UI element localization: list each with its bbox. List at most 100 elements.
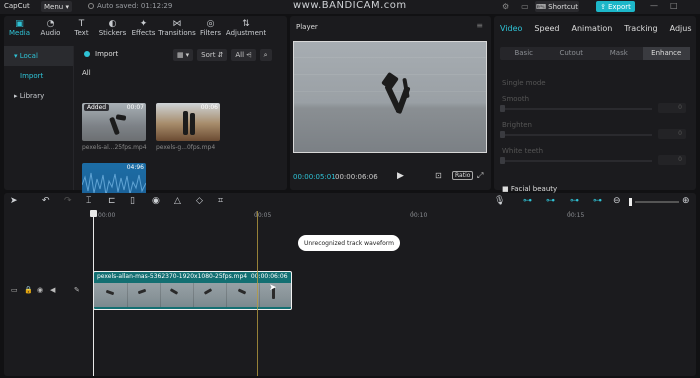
player-panel: Player ≡ 00:00:05:01 00:00:06:06 ▶ ⊡ Rat… xyxy=(290,16,491,190)
zoom-out-icon[interactable]: ⊖ xyxy=(613,196,621,206)
fit-view-icon[interactable]: ⊡ xyxy=(435,171,442,180)
tab-audio[interactable]: ◔ Audio xyxy=(35,16,66,44)
sidebar-item-label: Local xyxy=(19,52,38,60)
brighten-slider-handle[interactable] xyxy=(500,131,505,138)
edit-cover-icon[interactable]: ✎ xyxy=(74,286,80,294)
sidebar-item-local[interactable]: ▾ Local xyxy=(4,46,73,66)
reverse-icon[interactable]: ◉ xyxy=(152,196,160,206)
minimize-icon[interactable]: — xyxy=(650,1,658,10)
thumb-filename: pexels-g...0fps.mp4 xyxy=(156,144,216,151)
cover-icon[interactable]: ▭ xyxy=(11,286,18,294)
facial-beauty-toggle[interactable]: ■ Facial beauty xyxy=(502,185,557,193)
frame-figure xyxy=(105,289,115,296)
zoom-slider[interactable] xyxy=(635,201,679,203)
redo-icon[interactable]: ↷ xyxy=(64,196,72,206)
media-icon: ▣ xyxy=(15,19,24,29)
white-teeth-value[interactable]: 0 xyxy=(658,155,686,165)
tab-label: Transitions xyxy=(158,29,196,37)
view-toggle-button[interactable]: ▦ ▾ xyxy=(173,49,194,61)
tab-adjust[interactable]: Adjus xyxy=(664,24,698,33)
sidebar-item-library[interactable]: ▸ Library xyxy=(4,86,73,106)
lock-icon[interactable]: 🔒 xyxy=(24,286,33,294)
tab-effects[interactable]: ✦ Effects xyxy=(128,16,159,44)
playhead[interactable] xyxy=(93,211,94,376)
mirror-icon[interactable]: △ xyxy=(174,196,181,206)
window-controls: — □ xyxy=(650,1,678,10)
ratio-button[interactable]: Ratio xyxy=(452,171,474,180)
subtab-cutout[interactable]: Cutout xyxy=(548,47,596,60)
smooth-value[interactable]: 0 xyxy=(658,103,686,113)
thumb-figure xyxy=(190,113,195,135)
tab-adjustment[interactable]: ⇅ Adjustment xyxy=(226,16,266,44)
layout-icon[interactable]: ▭ xyxy=(521,2,529,11)
player-title: Player xyxy=(296,23,318,31)
search-button[interactable]: ⌕ xyxy=(259,49,272,61)
zoom-slider-handle[interactable] xyxy=(629,198,632,206)
brighten-value[interactable]: 0 xyxy=(658,129,686,139)
split-icon[interactable]: ⌶ xyxy=(86,196,91,206)
video-subtab-bar: Basic Cutout Mask Enhance xyxy=(500,47,690,60)
visibility-icon[interactable]: ◉ xyxy=(37,286,43,294)
title-bar: CapCut Menu ▾ Auto saved: 01:12:29 www.B… xyxy=(0,0,700,14)
play-button[interactable]: ▶ xyxy=(397,171,404,181)
sort-button[interactable]: Sort ⇵ xyxy=(197,49,228,61)
tab-text[interactable]: T Text xyxy=(66,16,97,44)
filter-all-button[interactable]: All ⩤ xyxy=(231,49,256,61)
clip-thumbnails xyxy=(94,283,291,307)
fullscreen-icon[interactable]: ⤢ xyxy=(477,171,483,181)
audio-mute-icon[interactable]: ◀ xyxy=(50,286,55,294)
camera-icon[interactable]: ⚙ xyxy=(502,2,509,11)
brighten-slider[interactable] xyxy=(502,134,652,136)
menu-button[interactable]: Menu ▾ xyxy=(41,1,72,12)
snap-icon[interactable]: ⊶ xyxy=(570,196,579,206)
media-thumbnail[interactable]: 00:06 xyxy=(156,103,220,141)
adjustment-icon: ⇅ xyxy=(242,19,250,29)
stickers-icon: ◐ xyxy=(108,19,117,29)
subtab-basic[interactable]: Basic xyxy=(500,47,548,60)
media-thumbnail[interactable]: Added 00:07 xyxy=(82,103,146,141)
tab-media[interactable]: ▣ Media xyxy=(4,16,35,44)
video-preview[interactable] xyxy=(293,41,487,153)
subtab-enhance[interactable]: Enhance xyxy=(642,47,690,60)
filter-all-label: All xyxy=(235,51,245,59)
tab-speed[interactable]: Speed xyxy=(528,24,565,33)
transitions-icon: ⋈ xyxy=(172,19,182,29)
preview-axis-icon[interactable]: ⊶ xyxy=(593,196,602,206)
tab-stickers[interactable]: ◐ Stickers xyxy=(97,16,128,44)
smooth-slider[interactable] xyxy=(502,108,652,110)
rotate-icon[interactable]: ◇ xyxy=(196,196,203,206)
media-content: Import ▦ ▾ Sort ⇵ All ⩤ ⌕ All Added 00:07 p… xyxy=(76,46,287,206)
menu-label: Menu xyxy=(44,2,64,11)
shortcut-button[interactable]: ⌨ Shortcut xyxy=(535,1,579,12)
link-icon[interactable]: ⊶ xyxy=(523,196,532,206)
player-menu-icon[interactable]: ≡ xyxy=(476,21,483,30)
tab-transitions[interactable]: ⋈ Transitions xyxy=(158,16,196,44)
white-teeth-slider[interactable] xyxy=(502,160,652,162)
select-tool-icon[interactable]: ➤ xyxy=(10,196,18,206)
ruler-label: 00:00 xyxy=(98,212,116,219)
zoom-in-icon[interactable]: ⊕ xyxy=(682,196,690,206)
tab-filters[interactable]: ◎ Filters xyxy=(195,16,226,44)
sidebar-item-import[interactable]: Import xyxy=(4,66,73,86)
tab-tracking[interactable]: Tracking xyxy=(618,24,663,33)
smooth-slider-handle[interactable] xyxy=(500,105,505,112)
playhead-handle[interactable] xyxy=(90,210,97,217)
freeze-icon[interactable]: ▯ xyxy=(130,196,135,206)
delete-left-icon[interactable]: ⊏ xyxy=(108,196,116,206)
recorder-watermark: www.BANDICAM.com xyxy=(293,0,407,11)
magnet-icon[interactable]: ⊶ xyxy=(546,196,555,206)
tab-label: Text xyxy=(74,29,89,37)
tab-animation[interactable]: Animation xyxy=(566,24,619,33)
microphone-icon[interactable]: 🎙 xyxy=(494,196,505,206)
export-button[interactable]: ⇪ Export xyxy=(596,1,635,12)
crop-icon[interactable]: ⌗ xyxy=(218,196,223,206)
total-timecode: 00:00:06:06 xyxy=(335,173,378,181)
white-teeth-slider-handle[interactable] xyxy=(500,157,505,164)
maximize-icon[interactable]: □ xyxy=(670,1,678,10)
added-badge: Added xyxy=(84,104,110,111)
tab-video[interactable]: Video xyxy=(494,24,528,33)
subtab-mask[interactable]: Mask xyxy=(595,47,643,60)
import-button[interactable]: Import xyxy=(84,50,118,58)
video-clip[interactable]: pexels-allan-mas-5362370-1920x1080-25fps… xyxy=(93,271,292,310)
undo-icon[interactable]: ↶ xyxy=(42,196,50,206)
